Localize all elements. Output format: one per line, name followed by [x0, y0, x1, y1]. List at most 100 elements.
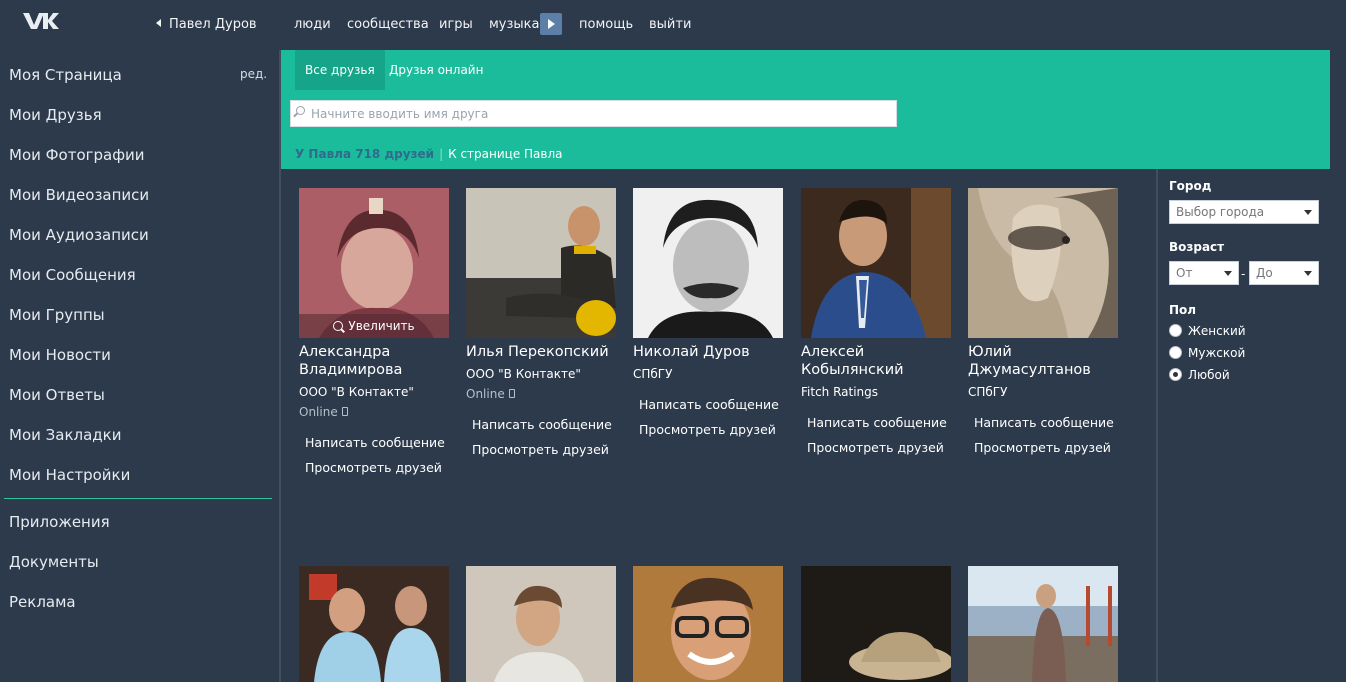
- friend-work: СПбГУ: [633, 367, 673, 381]
- mobile-icon: [508, 389, 515, 398]
- sidebar-edit-link[interactable]: ред.: [240, 67, 267, 81]
- write-message-button[interactable]: Написать сообщение: [305, 435, 445, 450]
- friend-photo-image: [466, 566, 616, 682]
- age-from-select[interactable]: От: [1169, 261, 1239, 285]
- write-message-button[interactable]: Написать сообщение: [639, 397, 779, 412]
- sidebar-item-apps[interactable]: Приложения: [9, 513, 110, 531]
- back-to-user-link[interactable]: Павел Дуров: [156, 17, 257, 32]
- online-label: Online: [466, 387, 505, 401]
- friend-photo[interactable]: [466, 188, 616, 338]
- friend-photo[interactable]: [968, 566, 1118, 682]
- top-bar: Павел Дуров люди сообщества игры музыка …: [0, 0, 1346, 50]
- friend-name[interactable]: Николай Дуров: [633, 343, 793, 361]
- city-select[interactable]: Выбор города: [1169, 200, 1319, 224]
- gender-any-label: Любой: [1188, 368, 1230, 382]
- nav-communities[interactable]: сообщества: [347, 17, 429, 32]
- back-user-name: Павел Дуров: [169, 17, 257, 32]
- friend-photo[interactable]: [466, 566, 616, 682]
- view-friends-button[interactable]: Просмотреть друзей: [305, 460, 442, 475]
- age-to-select[interactable]: До: [1249, 261, 1319, 285]
- sidebar-item-audio[interactable]: Мои Аудиозаписи: [9, 226, 149, 244]
- sidebar-item-ads[interactable]: Реклама: [9, 593, 76, 611]
- radio-female[interactable]: [1169, 324, 1182, 337]
- nav-people[interactable]: люди: [294, 17, 331, 32]
- city-label: Город: [1169, 179, 1212, 193]
- friends-summary: У Павла 718 друзей | К странице Павла: [295, 147, 563, 161]
- friend-work: Fitch Ratings: [801, 385, 879, 399]
- back-arrow-icon: [156, 19, 161, 27]
- gender-label: Пол: [1169, 303, 1197, 317]
- radio-any[interactable]: [1169, 368, 1182, 381]
- view-friends-button[interactable]: Просмотреть друзей: [639, 422, 776, 437]
- nav-help[interactable]: помощь: [579, 17, 633, 32]
- sidebar-item-friends[interactable]: Мои Друзья: [9, 106, 102, 124]
- sidebar-item-videos[interactable]: Мои Видеозаписи: [9, 186, 149, 204]
- sidebar-item-bookmarks[interactable]: Мои Закладки: [9, 426, 121, 444]
- nav-music[interactable]: музыка: [489, 17, 540, 32]
- friend-photo[interactable]: [968, 188, 1118, 338]
- friend-photo-image: [633, 566, 783, 682]
- sidebar-item-my-page[interactable]: Моя Страница: [9, 66, 122, 84]
- friend-name[interactable]: Илья Перекопский: [466, 343, 626, 361]
- friend-work: ООО "В Контакте": [466, 367, 581, 381]
- friend-photo[interactable]: [633, 566, 783, 682]
- sidebar-item-messages[interactable]: Мои Сообщения: [9, 266, 136, 284]
- friend-photo-image: [968, 566, 1118, 682]
- friend-search-input[interactable]: [311, 104, 881, 123]
- online-label: Online: [299, 405, 338, 419]
- sidebar-divider: [4, 498, 272, 499]
- friend-photo[interactable]: [299, 566, 449, 682]
- friend-name[interactable]: Александра Владимирова: [299, 343, 459, 379]
- sidebar-item-documents[interactable]: Документы: [9, 553, 99, 571]
- zoom-photo-button[interactable]: Увеличить: [299, 314, 449, 338]
- sidebar: Моя Страница ред. Мои Друзья Мои Фотогра…: [0, 50, 280, 682]
- filters-separator: [1156, 169, 1158, 682]
- gender-option-any[interactable]: Любой: [1169, 368, 1230, 382]
- write-message-button[interactable]: Написать сообщение: [472, 417, 612, 432]
- gender-female-label: Женский: [1188, 324, 1246, 338]
- friend-photo[interactable]: [801, 188, 951, 338]
- write-message-button[interactable]: Написать сообщение: [974, 415, 1114, 430]
- view-friends-button[interactable]: Просмотреть друзей: [472, 442, 609, 457]
- friends-header: Все друзья Друзья онлайн У Павла 718 дру…: [281, 50, 1330, 169]
- gender-male-label: Мужской: [1188, 346, 1246, 360]
- view-friends-button[interactable]: Просмотреть друзей: [807, 440, 944, 455]
- friend-work: ООО "В Контакте": [299, 385, 414, 399]
- sidebar-item-groups[interactable]: Мои Группы: [9, 306, 105, 324]
- friend-name[interactable]: Юлий Джумасултанов: [968, 343, 1128, 379]
- tab-friends-online[interactable]: Друзья онлайн: [379, 50, 493, 90]
- zoom-icon: [333, 321, 344, 331]
- mobile-icon: [341, 407, 348, 416]
- friend-work: СПбГУ: [968, 385, 1008, 399]
- sidebar-item-news[interactable]: Мои Новости: [9, 346, 111, 364]
- tab-all-friends[interactable]: Все друзья: [295, 50, 385, 90]
- friend-photo-image: [466, 188, 616, 338]
- search-icon: [296, 106, 305, 115]
- age-label: Возраст: [1169, 240, 1225, 254]
- sidebar-item-photos[interactable]: Мои Фотографии: [9, 146, 145, 164]
- nav-logout[interactable]: выйти: [649, 17, 691, 32]
- friend-photo-image: [968, 188, 1118, 338]
- friend-photo[interactable]: [633, 188, 783, 338]
- friend-photo[interactable]: Увеличить: [299, 188, 449, 338]
- sidebar-item-settings[interactable]: Мои Настройки: [9, 466, 130, 484]
- friend-photo[interactable]: [801, 566, 951, 682]
- friend-photo-image: [633, 188, 783, 338]
- friend-online-status: Online: [299, 405, 348, 419]
- music-play-icon[interactable]: [540, 13, 562, 35]
- gender-option-male[interactable]: Мужской: [1169, 346, 1245, 360]
- write-message-button[interactable]: Написать сообщение: [807, 415, 947, 430]
- gender-option-female[interactable]: Женский: [1169, 324, 1246, 338]
- nav-games[interactable]: игры: [439, 17, 473, 32]
- sidebar-item-answers[interactable]: Мои Ответы: [9, 386, 105, 404]
- friend-photo-image: [801, 566, 951, 682]
- zoom-label: Увеличить: [348, 319, 415, 333]
- view-friends-button[interactable]: Просмотреть друзей: [974, 440, 1111, 455]
- friends-count: У Павла 718 друзей: [295, 147, 435, 161]
- to-user-page-link[interactable]: К странице Павла: [448, 147, 562, 161]
- summary-separator: |: [439, 147, 444, 161]
- radio-male[interactable]: [1169, 346, 1182, 359]
- friend-name[interactable]: Алексей Кобылянский: [801, 343, 961, 379]
- friend-photo-image: [299, 566, 449, 682]
- vk-logo-icon[interactable]: [22, 10, 60, 32]
